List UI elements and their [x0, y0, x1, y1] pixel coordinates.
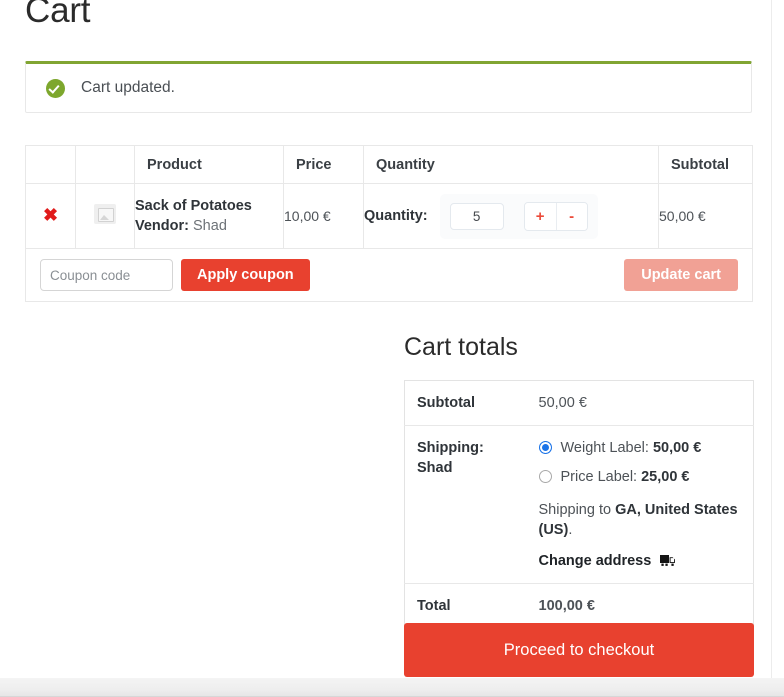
- shipping-option-weight-name: Weight Label:: [560, 440, 649, 456]
- cart-page: Cart Cart updated. Product Price Quantit…: [0, 0, 784, 697]
- shipping-option-price[interactable]: Price Label: 25,00 €: [538, 467, 754, 487]
- quantity-stepper: + -: [439, 193, 598, 239]
- cart-table-header-row: Product Price Quantity Subtotal: [25, 145, 753, 184]
- product-name-link[interactable]: Sack of Potatoes: [135, 197, 283, 216]
- total-value: 100,00 €: [526, 583, 754, 629]
- subtotal-label: Subtotal: [417, 395, 475, 411]
- shipping-option-price-radio[interactable]: [538, 470, 552, 483]
- quantity-increase-button[interactable]: +: [524, 202, 556, 230]
- cart-item-row: ✖ Sack of Potatoes Vendor: Shad 10,00 € …: [25, 183, 753, 249]
- update-cart-button[interactable]: Update cart: [624, 259, 738, 291]
- column-header-quantity: Quantity: [363, 145, 659, 184]
- remove-item-cell: ✖: [25, 183, 76, 249]
- product-subtotal: 50,00 €: [658, 183, 753, 249]
- cart-actions-cell: Apply coupon Update cart: [25, 248, 753, 302]
- product-vendor: Vendor: Shad: [135, 217, 283, 236]
- page-right-rule: [771, 0, 772, 678]
- shipping-label-text: Shipping:: [417, 440, 484, 456]
- shipping-destination-prefix: Shipping to: [538, 502, 612, 518]
- total-label: Total: [404, 583, 527, 629]
- cart-totals-table: Subtotal 50,00 € Shipping: Shad Weight La…: [404, 380, 754, 629]
- quantity-decrease-button[interactable]: -: [555, 202, 587, 230]
- column-header-price: Price: [283, 145, 364, 184]
- column-header-thumbnail: [75, 145, 135, 184]
- column-header-subtotal: Subtotal: [658, 145, 753, 184]
- column-header-remove: [25, 145, 76, 184]
- totals-shipping-row: Shipping: Shad Weight Label: 50,00 € Pric…: [404, 425, 754, 584]
- page-footer-band: [0, 678, 784, 697]
- notice-message: Cart updated.: [81, 79, 175, 96]
- shipping-option-price-price: 25,00 €: [641, 469, 690, 485]
- apply-coupon-button[interactable]: Apply coupon: [181, 259, 310, 291]
- proceed-to-checkout-button[interactable]: Proceed to checkout: [404, 623, 754, 677]
- vendor-name[interactable]: Shad: [193, 218, 227, 234]
- vendor-label: Vendor:: [135, 217, 189, 234]
- shipping-option-weight-price: 50,00 €: [652, 440, 702, 456]
- cart-table: Product Price Quantity Subtotal ✖ Sack o…: [25, 145, 753, 302]
- check-circle-icon: [46, 78, 65, 98]
- cart-totals-heading: Cart totals: [404, 333, 518, 361]
- shipping-label: Shipping: Shad: [404, 425, 527, 584]
- delivery-truck-icon: [660, 554, 677, 568]
- coupon-code-input[interactable]: [40, 259, 173, 291]
- product-cell: Sack of Potatoes Vendor: Shad: [134, 183, 284, 249]
- product-thumbnail-cell: [75, 183, 135, 249]
- quantity-cell: Quantity: + -: [363, 183, 659, 249]
- shipping-destination: Shipping to GA, United States (US).: [539, 500, 754, 540]
- shipping-option-price-label: Price Label: 25,00 €: [561, 467, 690, 487]
- quantity-label: Quantity:: [364, 208, 428, 224]
- shipping-options-cell: Weight Label: 50,00 € Price Label: 25,00…: [526, 425, 754, 584]
- column-header-product: Product: [134, 145, 284, 184]
- remove-item-icon[interactable]: ✖: [43, 206, 58, 224]
- shipping-destination-suffix: .: [568, 522, 573, 538]
- change-address-label: Change address: [538, 553, 652, 569]
- totals-total-row: Total 100,00 €: [404, 583, 754, 629]
- cart-actions-row: Apply coupon Update cart: [25, 248, 753, 302]
- cart-updated-notice: Cart updated.: [25, 61, 752, 113]
- quantity-input[interactable]: [449, 202, 504, 230]
- product-price: 10,00 €: [283, 183, 364, 249]
- subtotal-value: 50,00 €: [538, 395, 587, 411]
- shipping-option-weight-label: Weight Label: 50,00 €: [561, 438, 702, 458]
- shipping-option-price-name: Price Label:: [560, 469, 638, 485]
- product-image-placeholder-icon[interactable]: [94, 203, 116, 224]
- shipping-vendor-name: Shad: [417, 460, 453, 476]
- page-title: Cart: [25, 0, 91, 30]
- change-address-link[interactable]: Change address: [539, 551, 754, 571]
- shipping-option-weight-radio[interactable]: [538, 441, 552, 454]
- totals-subtotal-row: Subtotal 50,00 €: [405, 381, 754, 426]
- shipping-option-weight[interactable]: Weight Label: 50,00 €: [538, 438, 754, 458]
